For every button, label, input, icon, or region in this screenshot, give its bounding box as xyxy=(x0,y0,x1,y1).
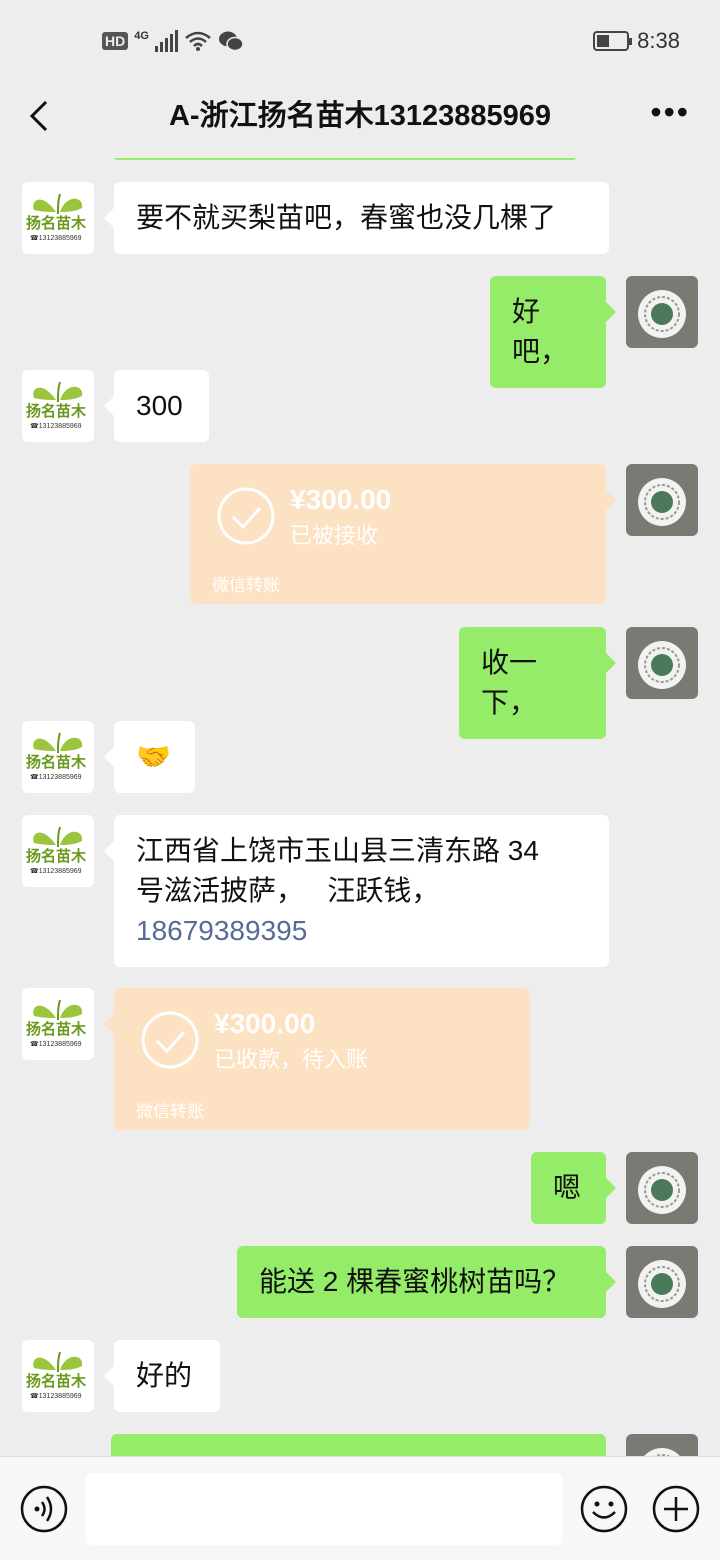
message-bubble-sent[interactable]: 收一下， xyxy=(459,627,616,739)
qr-avatar-icon xyxy=(638,478,686,526)
handshake-emoji: 🤝 xyxy=(136,741,171,772)
address-line-1: 江西省上饶市玉山县三清东路 34 xyxy=(136,835,539,866)
signal-icon xyxy=(154,30,178,52)
transfer-footer: 微信转账 xyxy=(212,576,280,595)
plus-icon[interactable] xyxy=(652,1485,700,1533)
avatar-me[interactable] xyxy=(626,1152,698,1224)
shop-logo-name: 扬名苗木 xyxy=(26,403,87,420)
shop-logo-name: 扬名苗木 xyxy=(26,754,87,771)
avatar-me[interactable] xyxy=(626,464,698,536)
address-line-2: 号滋活披萨， 汪跃钱， xyxy=(136,875,440,906)
shop-logo-name: 扬名苗木 xyxy=(26,1373,87,1390)
transfer-card[interactable]: ¥300.00 已被接收 微信转账 xyxy=(190,464,616,604)
avatar-me[interactable] xyxy=(626,276,698,348)
avatar-me[interactable] xyxy=(626,1434,698,1456)
avatar-shop[interactable]: 扬名苗木 ☎13123885969 xyxy=(22,721,94,793)
network-type: 4G xyxy=(134,30,149,42)
battery-icon xyxy=(593,31,633,51)
shop-logo-phone: ☎13123885969 xyxy=(30,235,82,242)
emoji-icon[interactable] xyxy=(580,1485,628,1533)
qr-avatar-icon xyxy=(638,1166,686,1214)
qr-avatar-icon xyxy=(638,1260,686,1308)
avatar-shop[interactable]: 扬名苗木 ☎13123885969 xyxy=(22,1340,94,1412)
transfer-status: 已被接收 xyxy=(290,523,379,548)
hd-indicator: HD xyxy=(102,32,129,50)
shop-logo-name: 扬名苗木 xyxy=(26,848,87,865)
transfer-footer: 微信转账 xyxy=(136,1102,204,1121)
shop-logo-name: 扬名苗木 xyxy=(26,1021,87,1038)
qr-avatar-icon xyxy=(644,1448,680,1456)
message-bubble-received[interactable]: 好的 xyxy=(104,1340,220,1412)
shop-logo-phone: ☎13123885969 xyxy=(30,868,82,875)
message-bubble-received[interactable]: 要不就买梨苗吧，春蜜也没几棵了 xyxy=(104,182,609,254)
transfer-status: 已收款，待入账 xyxy=(214,1047,369,1072)
shop-logo-phone: ☎13123885969 xyxy=(30,423,82,430)
message-bubble-received[interactable]: 🤝 xyxy=(104,721,195,793)
shop-logo-phone: ☎13123885969 xyxy=(30,1393,82,1400)
message-bubble-sent[interactable]: 好吧， xyxy=(490,276,616,388)
message-input[interactable] xyxy=(86,1473,562,1545)
transfer-card[interactable]: ¥300.00 已收款，待入账 微信转账 xyxy=(104,988,530,1130)
voice-icon[interactable] xyxy=(20,1485,68,1533)
avatar-shop[interactable]: 扬名苗木 ☎13123885969 xyxy=(22,370,94,442)
shop-logo-name: 扬名苗木 xyxy=(26,215,87,232)
message-bubble-partial[interactable] xyxy=(111,1434,606,1456)
wechat-icon xyxy=(218,31,244,52)
transfer-amount: ¥300.00 xyxy=(290,484,392,515)
transfer-amount: ¥300.00 xyxy=(214,1008,316,1039)
message-bubble-received[interactable]: 江西省上饶市玉山县三清东路 34 号滋活披萨， 汪跃钱， 18679389395 xyxy=(104,815,609,967)
message-bubble-received[interactable]: 300 xyxy=(104,370,209,442)
chat-header: A-浙江扬名苗木13123885969 ••• xyxy=(0,82,720,158)
qr-avatar-icon xyxy=(638,641,686,689)
message-bubble-sent[interactable]: 能送 2 棵春蜜桃树苗吗？ xyxy=(237,1246,616,1318)
avatar-shop[interactable]: 扬名苗木 ☎13123885969 xyxy=(22,815,94,887)
message-bubble-sent[interactable]: 嗯 xyxy=(531,1152,616,1224)
wifi-icon xyxy=(185,31,211,51)
more-dots-icon[interactable]: ••• xyxy=(650,94,690,131)
message-list[interactable]: 扬名苗木 ☎13123885969 要不就买梨苗吧，春蜜也没几棵了 好吧， 扬名… xyxy=(0,158,720,1456)
message-bubble-partial xyxy=(112,158,578,160)
phone-link[interactable]: 18679389395 xyxy=(136,911,587,951)
chat-title: A-浙江扬名苗木13123885969 xyxy=(168,100,551,132)
avatar-shop[interactable]: 扬名苗木 ☎13123885969 xyxy=(22,182,94,254)
clock: 8:38 xyxy=(637,28,680,53)
status-bar: HD 4G 8:38 xyxy=(0,0,720,82)
avatar-me[interactable] xyxy=(626,627,698,699)
avatar-shop[interactable]: 扬名苗木 ☎13123885969 xyxy=(22,988,94,1060)
shop-logo-phone: ☎13123885969 xyxy=(30,774,82,781)
check-circle-icon xyxy=(217,487,275,545)
qr-avatar-icon xyxy=(638,290,686,338)
check-circle-icon xyxy=(141,1011,199,1069)
shop-logo-phone: ☎13123885969 xyxy=(30,1041,82,1048)
avatar-me[interactable] xyxy=(626,1246,698,1318)
input-bar xyxy=(0,1456,720,1560)
